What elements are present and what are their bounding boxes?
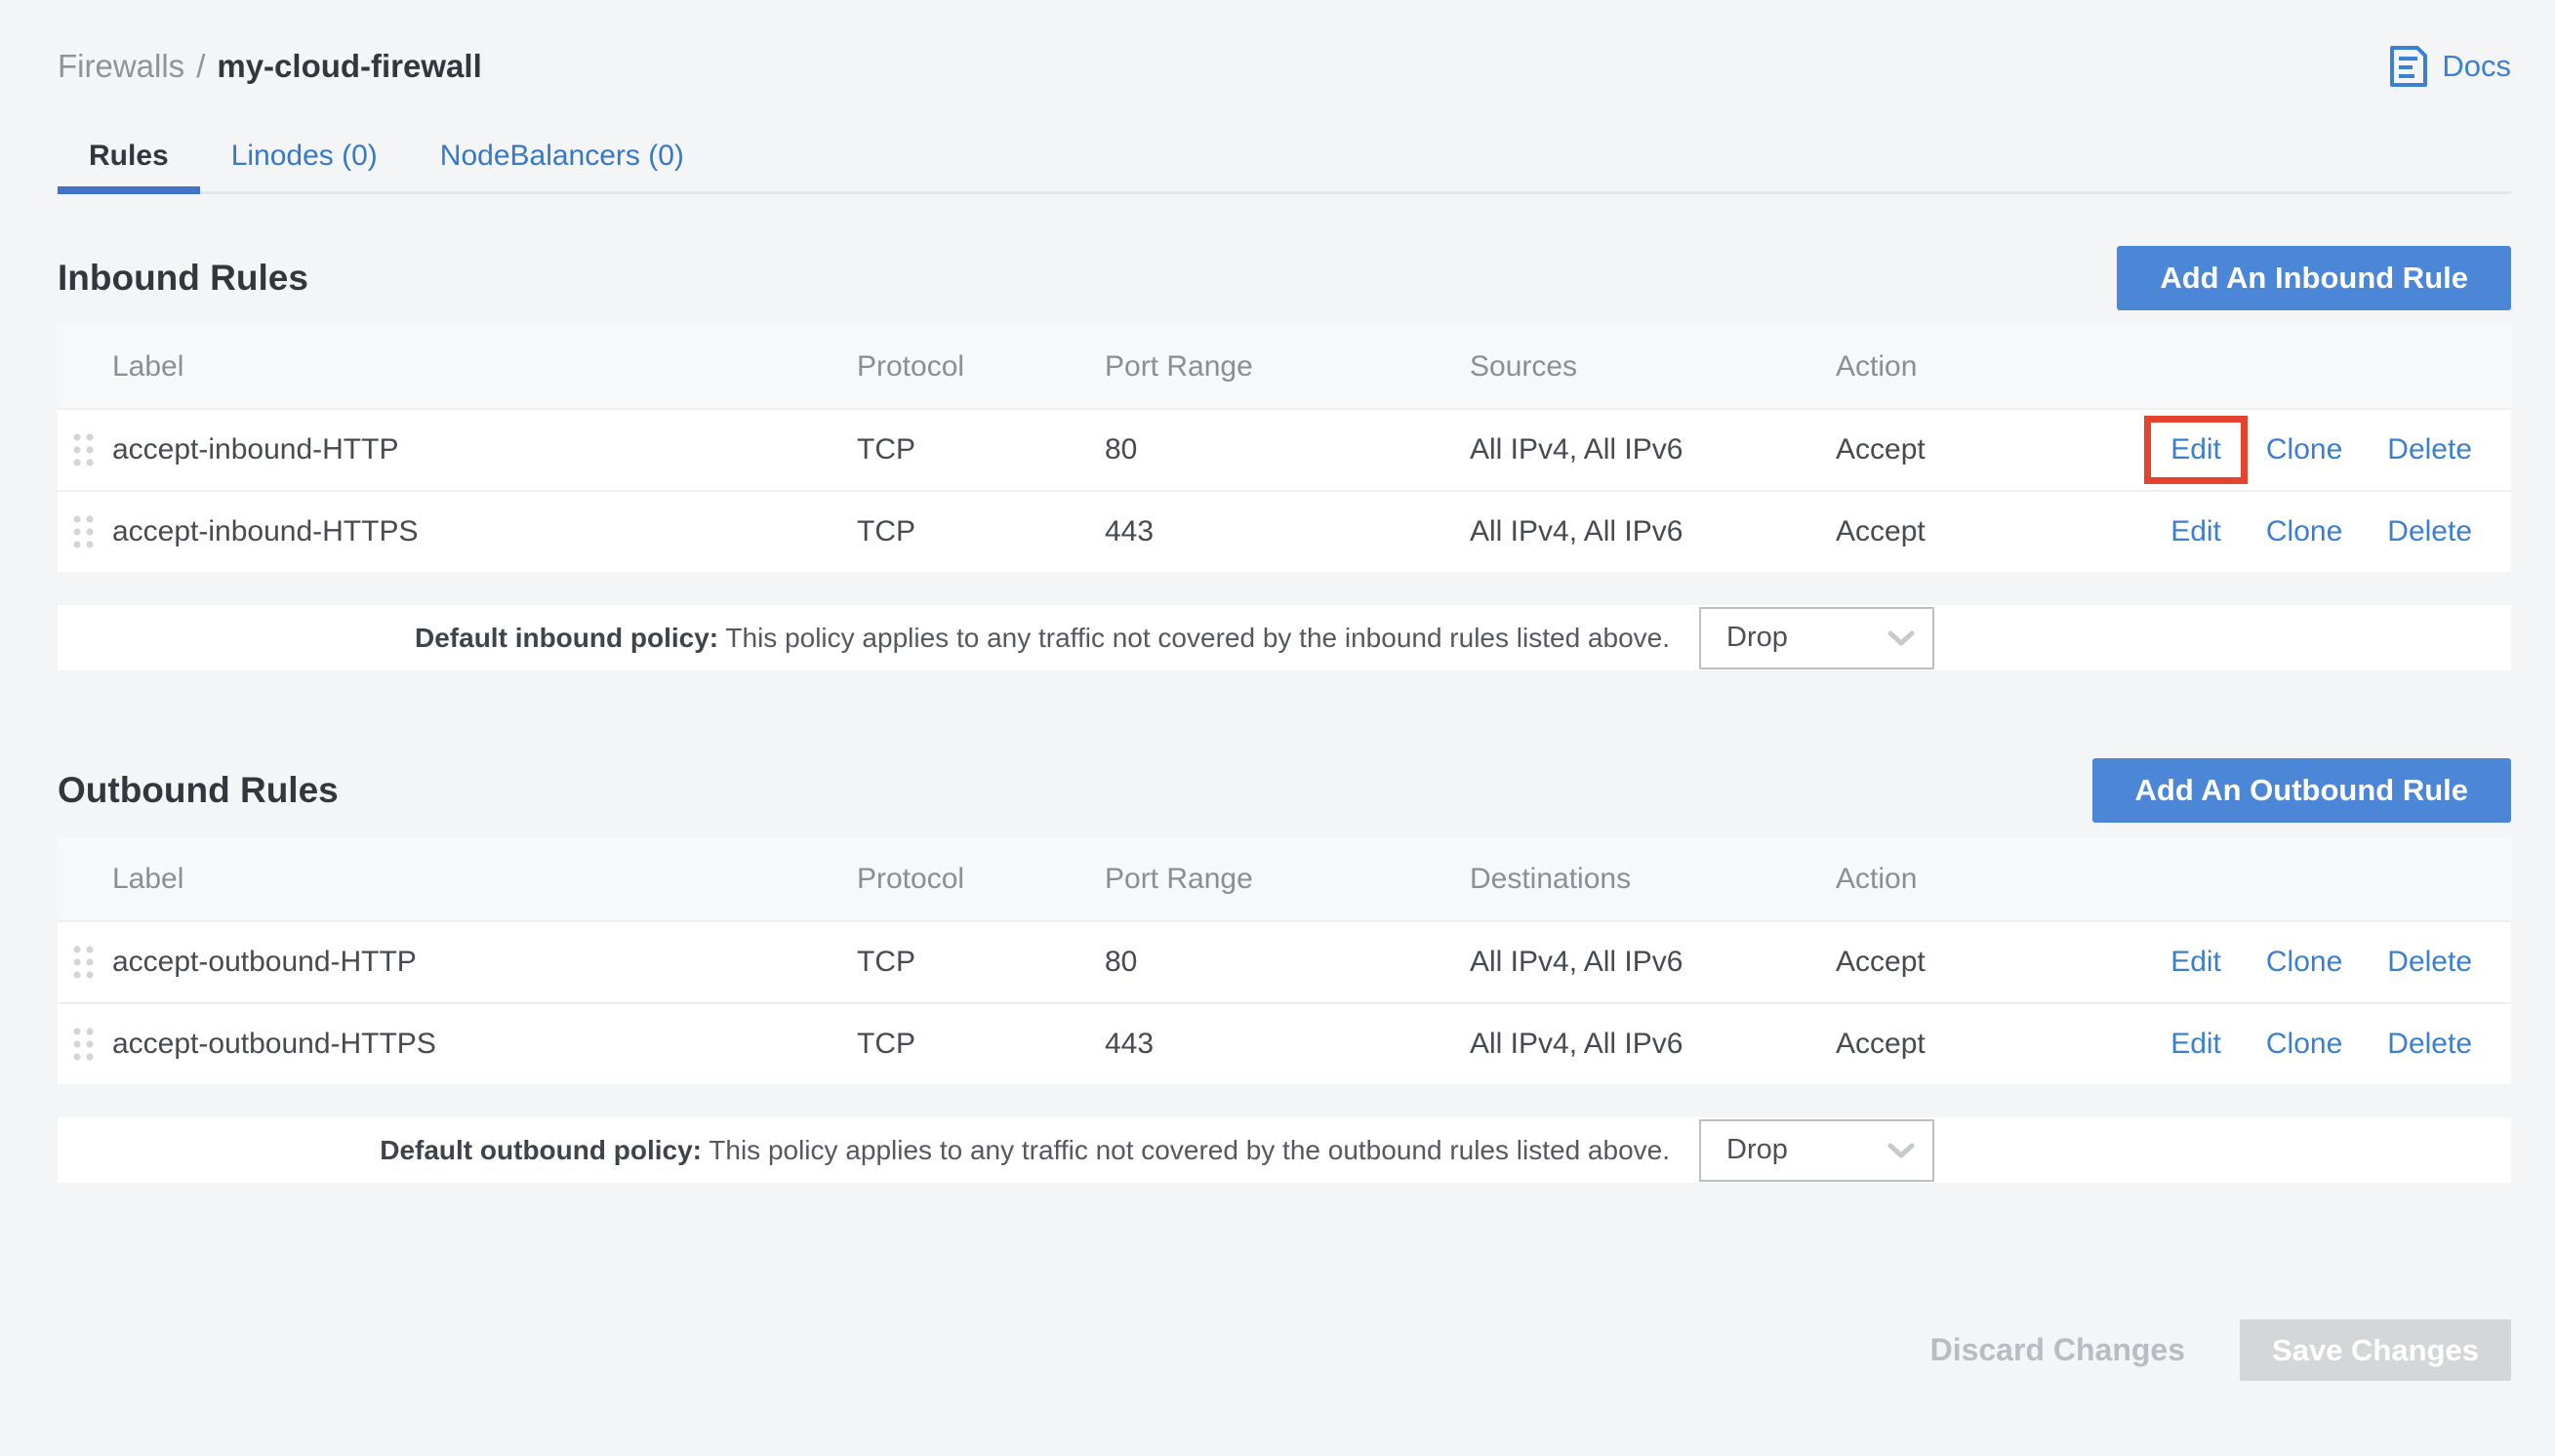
selected-policy-value: Drop (1726, 1134, 1788, 1166)
rule-label: accept-outbound-HTTP (112, 946, 857, 979)
default-outbound-policy-row: Default outbound policy: This policy app… (58, 1117, 2511, 1183)
default-inbound-policy-text: Default inbound policy: This policy appl… (58, 623, 1670, 654)
clone-link[interactable]: Clone (2266, 515, 2342, 548)
page-header: Firewalls / my-cloud-firewall Docs (58, 45, 2511, 88)
delete-link[interactable]: Delete (2387, 946, 2472, 979)
column-header-action: Action (1836, 863, 2107, 896)
edit-link[interactable]: Edit (2170, 515, 2221, 548)
table-row: accept-inbound-HTTP TCP 80 All IPv4, All… (58, 408, 2511, 490)
highlighted-edit-wrapper: Edit (2170, 433, 2221, 466)
inbound-table-header: Label Protocol Port Range Sources Action (58, 325, 2511, 408)
docs-document-icon (2389, 45, 2428, 88)
rule-protocol: TCP (857, 515, 1105, 548)
drag-handle-icon[interactable] (71, 430, 112, 469)
tab-rules[interactable]: Rules (58, 125, 200, 191)
clone-link[interactable]: Clone (2266, 946, 2342, 979)
rule-sources: All IPv4, All IPv6 (1470, 515, 1836, 548)
default-outbound-policy-select[interactable]: Drop (1699, 1119, 1934, 1182)
rule-port-range: 80 (1105, 946, 1470, 979)
firewall-detail-page: Firewalls / my-cloud-firewall Docs Rules… (0, 0, 2555, 1456)
selected-policy-value: Drop (1726, 622, 1788, 654)
rule-action: Accept (1836, 1028, 2107, 1061)
rule-label: accept-inbound-HTTP (112, 433, 857, 466)
footer-actions: Discard Changes Save Changes (58, 1319, 2511, 1381)
tab-bar: Rules Linodes (0) NodeBalancers (0) (58, 125, 2511, 194)
discard-changes-button[interactable]: Discard Changes (1930, 1332, 2185, 1368)
chevron-down-icon (1887, 1143, 1915, 1158)
outbound-rules-heading: Outbound Rules (58, 770, 339, 811)
rule-protocol: TCP (857, 946, 1105, 979)
delete-link[interactable]: Delete (2387, 515, 2472, 548)
rule-destinations: All IPv4, All IPv6 (1470, 946, 1836, 979)
save-changes-button[interactable]: Save Changes (2240, 1319, 2511, 1381)
page-title: my-cloud-firewall (217, 48, 481, 85)
outbound-section-header: Outbound Rules Add An Outbound Rule (58, 758, 2511, 823)
column-header-sources: Sources (1470, 350, 1836, 384)
column-header-destinations: Destinations (1470, 863, 1836, 896)
default-inbound-policy-select[interactable]: Drop (1699, 607, 1934, 669)
table-row: accept-inbound-HTTPS TCP 443 All IPv4, A… (58, 490, 2511, 572)
inbound-rules-table: Label Protocol Port Range Sources Action… (58, 325, 2511, 572)
column-header-label: Label (112, 350, 857, 384)
inbound-section-header: Inbound Rules Add An Inbound Rule (58, 246, 2511, 310)
delete-link[interactable]: Delete (2387, 1028, 2472, 1061)
column-header-port-range: Port Range (1105, 350, 1470, 384)
default-outbound-policy-text: Default outbound policy: This policy app… (58, 1135, 1670, 1166)
drag-handle-icon[interactable] (71, 943, 112, 982)
rule-destinations: All IPv4, All IPv6 (1470, 1028, 1836, 1061)
breadcrumb: Firewalls / my-cloud-firewall (58, 48, 482, 85)
rule-port-range: 80 (1105, 433, 1470, 466)
breadcrumb-firewalls-link[interactable]: Firewalls (58, 48, 184, 85)
edit-link[interactable]: Edit (2170, 946, 2221, 979)
tab-linodes[interactable]: Linodes (0) (200, 125, 409, 191)
rule-action: Accept (1836, 515, 2107, 548)
add-outbound-rule-button[interactable]: Add An Outbound Rule (2092, 758, 2512, 823)
rule-label: accept-inbound-HTTPS (112, 515, 857, 548)
table-row: accept-outbound-HTTPS TCP 443 All IPv4, … (58, 1002, 2511, 1084)
drag-handle-icon[interactable] (71, 512, 112, 551)
default-inbound-policy-row: Default inbound policy: This policy appl… (58, 605, 2511, 670)
column-header-action: Action (1836, 350, 2107, 384)
rule-port-range: 443 (1105, 1028, 1470, 1061)
edit-link[interactable]: Edit (2170, 1028, 2221, 1061)
add-inbound-rule-button[interactable]: Add An Inbound Rule (2117, 246, 2511, 310)
rule-action: Accept (1836, 946, 2107, 979)
tab-nodebalancers[interactable]: NodeBalancers (0) (409, 125, 715, 191)
rule-protocol: TCP (857, 1028, 1105, 1061)
delete-link[interactable]: Delete (2387, 433, 2472, 466)
rule-label: accept-outbound-HTTPS (112, 1028, 857, 1061)
docs-link-label: Docs (2442, 49, 2511, 84)
inbound-rules-heading: Inbound Rules (58, 258, 308, 299)
clone-link[interactable]: Clone (2266, 1028, 2342, 1061)
rule-protocol: TCP (857, 433, 1105, 466)
rule-action: Accept (1836, 433, 2107, 466)
outbound-rules-table: Label Protocol Port Range Destinations A… (58, 837, 2511, 1084)
rule-sources: All IPv4, All IPv6 (1470, 433, 1836, 466)
table-row: accept-outbound-HTTP TCP 80 All IPv4, Al… (58, 920, 2511, 1002)
chevron-down-icon (1887, 630, 1915, 646)
outbound-table-header: Label Protocol Port Range Destinations A… (58, 837, 2511, 920)
breadcrumb-separator: / (196, 48, 205, 85)
drag-handle-icon[interactable] (71, 1025, 112, 1064)
edit-link[interactable]: Edit (2170, 433, 2221, 465)
clone-link[interactable]: Clone (2266, 433, 2342, 466)
column-header-label: Label (112, 863, 857, 896)
column-header-protocol: Protocol (857, 863, 1105, 896)
column-header-protocol: Protocol (857, 350, 1105, 384)
rule-port-range: 443 (1105, 515, 1470, 548)
docs-link[interactable]: Docs (2389, 45, 2511, 88)
column-header-port-range: Port Range (1105, 863, 1470, 896)
